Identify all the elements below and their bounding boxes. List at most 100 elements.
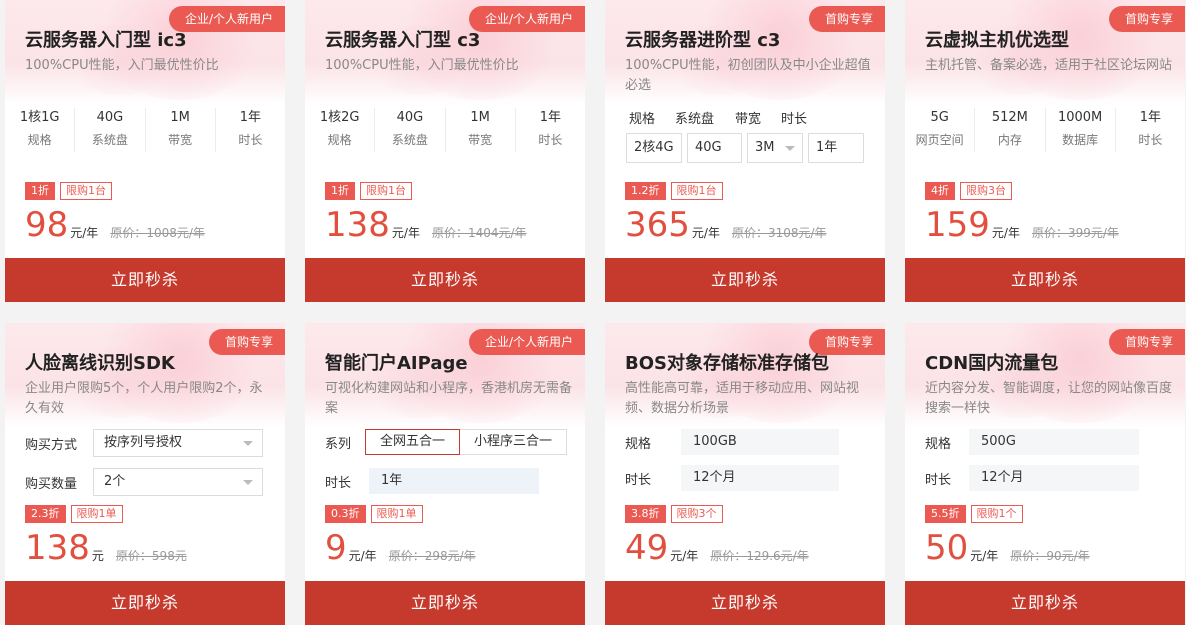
spec-labels: 规格 系统盘 带宽 时长 [629, 108, 827, 127]
original-price: 原价：298元/年 [388, 549, 476, 563]
purchase-quantity-label: 购买数量 [25, 476, 78, 492]
badge-group: 3.8折 限购3个 [625, 505, 723, 523]
spec-value: 5G [930, 110, 949, 125]
badge-group: 2.3折 限购1单 [25, 505, 123, 523]
spec-label: 带宽 [468, 133, 493, 147]
sale-price: 98 [25, 205, 69, 245]
spec-label: 带宽 [168, 133, 193, 147]
spec-row: 规格 100GB [625, 429, 839, 455]
buy-now-button[interactable]: 立即秒杀 [305, 258, 585, 302]
spec-label: 规格 [629, 112, 656, 127]
badge-group: 4折 限购3台 [925, 182, 1012, 200]
discount-badge: 4折 [925, 182, 955, 200]
product-desc: 高性能高可靠，适用于移动应用、网站视频、数据分析场景 [625, 381, 860, 416]
limit-badge: 限购1台 [360, 182, 412, 200]
spec-select-cpu[interactable]: 2核4G [626, 133, 682, 163]
product-desc: 可视化构建网站和小程序，香港机房无需备案 [325, 381, 573, 416]
buy-now-button[interactable]: 立即秒杀 [605, 258, 885, 302]
series-option-full[interactable]: 全网五合一 [365, 429, 461, 455]
product-card: 首购专享 云虚拟主机优选型 主机托管、备案必选，适用于社区论坛网站 5G 网页空间… [905, 0, 1185, 302]
spec-label: 规格 [27, 133, 52, 147]
badge-group: 1折 限购1台 [325, 182, 412, 200]
duration-field[interactable]: 12个月 [681, 465, 839, 491]
original-price: 原价：1404元/年 [431, 226, 527, 240]
buy-now-button[interactable]: 立即秒杀 [305, 581, 585, 625]
badge-group: 1.2折 限购1台 [625, 182, 723, 200]
sale-price: 159 [925, 205, 990, 245]
product-desc: 100%CPU性能，初创团队及中小企业超值必选 [625, 58, 871, 93]
product-card: 企业/个人新用户 云服务器入门型 c3 100%CPU性能，入门最优性价比 1核… [305, 0, 585, 302]
product-title[interactable]: 智能门户AIPage [325, 349, 468, 375]
spec-item: 1M 带宽 [146, 108, 216, 152]
duration-field[interactable]: 12个月 [969, 465, 1139, 491]
sale-price: 365 [625, 205, 690, 245]
price-unit: 元/年 [991, 226, 1020, 240]
spec-value: 1000M [1057, 110, 1103, 125]
spec-value: 40G [96, 110, 124, 125]
product-title[interactable]: BOS对象存储标准存储包 [625, 349, 829, 375]
spec-value: 1M [170, 110, 190, 125]
spec-value: 1年 [239, 110, 262, 125]
product-title[interactable]: 人脸离线识别SDK [25, 349, 175, 375]
limit-badge: 限购1台 [670, 182, 723, 200]
spec-select-duration[interactable]: 1年 [808, 133, 864, 163]
spec-label: 时长 [538, 133, 563, 147]
original-price: 原价：1008元/年 [110, 226, 205, 240]
limit-badge: 限购3台 [960, 182, 1012, 200]
product-card: 首购专享 云服务器进阶型 c3 100%CPU性能，初创团队及中小企业超值必选 … [605, 0, 885, 302]
spec-label: 时长 [781, 112, 808, 127]
sale-price: 138 [25, 528, 90, 568]
series-option-miniapp[interactable]: 小程序三合一 [460, 429, 568, 455]
promo-grid: 企业/个人新用户 云服务器入门型 ic3 100%CPU性能，入门最优性价比 1… [0, 0, 1186, 625]
spec-label: 规格 [625, 436, 652, 452]
product-title[interactable]: 云虚拟主机优选型 [925, 26, 1069, 52]
duration-row: 时长 12个月 [625, 465, 839, 491]
buy-now-button[interactable]: 立即秒杀 [5, 581, 285, 625]
product-title[interactable]: 云服务器进阶型 c3 [625, 26, 780, 52]
buy-now-button[interactable]: 立即秒杀 [605, 581, 885, 625]
duration-row: 时长 12个月 [925, 465, 1139, 491]
spec-value: 1M [470, 110, 490, 125]
purchase-quantity-select[interactable]: 2个 [93, 468, 263, 496]
audience-tag: 首购专享 [808, 6, 885, 32]
spec-item: 1核2G 规格 [305, 108, 376, 152]
product-card: 首购专享 BOS对象存储标准存储包 高性能高可靠，适用于移动应用、网站视频、数据… [605, 323, 885, 625]
buy-now-button[interactable]: 立即秒杀 [5, 258, 285, 302]
product-title[interactable]: 云服务器入门型 c3 [325, 26, 480, 52]
select-value: 按序列号授权 [104, 435, 183, 450]
duration-field[interactable]: 1年 [369, 468, 539, 494]
spec-field[interactable]: 500G [969, 429, 1139, 455]
audience-tag: 企业/个人新用户 [468, 329, 585, 355]
price-unit: 元/年 [348, 549, 377, 563]
product-title[interactable]: 云服务器入门型 ic3 [25, 26, 187, 52]
price-unit: 元/年 [391, 226, 420, 240]
sale-price: 50 [925, 528, 969, 568]
audience-tag: 首购专享 [208, 329, 285, 355]
duration-label: 时长 [625, 472, 652, 488]
product-title[interactable]: CDN国内流量包 [925, 349, 1058, 375]
discount-badge: 2.3折 [25, 505, 66, 523]
spec-select-disk[interactable]: 40G [687, 133, 742, 163]
buy-now-button[interactable]: 立即秒杀 [905, 258, 1185, 302]
chevron-down-icon [785, 146, 795, 151]
price-line: 365 元/年 原价：3108元/年 [625, 204, 827, 244]
discount-badge: 3.8折 [625, 505, 666, 523]
price-unit: 元/年 [970, 549, 999, 563]
sale-price: 49 [625, 528, 669, 568]
spec-item: 1M 带宽 [446, 108, 516, 152]
purchase-method-select[interactable]: 按序列号授权 [93, 429, 263, 457]
price-unit: 元/年 [70, 226, 99, 240]
spec-item: 1年 时长 [1116, 108, 1185, 152]
duration-row: 时长 1年 [325, 468, 539, 494]
spec-field[interactable]: 100GB [681, 429, 839, 455]
sale-price: 9 [325, 528, 347, 568]
spec-select-bandwidth[interactable]: 3M [747, 133, 803, 163]
spec-label: 时长 [238, 133, 263, 147]
chevron-down-icon [243, 441, 253, 446]
discount-badge: 0.3折 [325, 505, 366, 523]
buy-now-button[interactable]: 立即秒杀 [905, 581, 1185, 625]
audience-tag: 企业/个人新用户 [468, 6, 585, 32]
badge-group: 1折 限购1台 [25, 182, 112, 200]
product-card: 首购专享 人脸离线识别SDK 企业用户限购5个，个人用户限购2个，永久有效 购买… [5, 323, 285, 625]
select-value: 3M [755, 140, 775, 155]
